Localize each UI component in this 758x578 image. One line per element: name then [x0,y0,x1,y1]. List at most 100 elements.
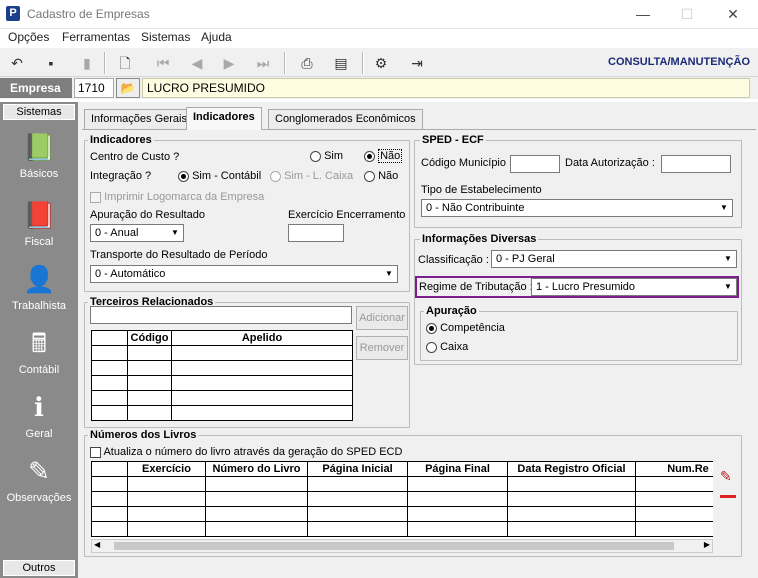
menu-opcoes[interactable]: Opções [8,29,49,46]
sidebar-item-label: Contábil [18,364,60,376]
horizontal-scrollbar[interactable]: ◀ ▶ [91,539,713,553]
undo-icon[interactable]: ↶ [6,52,28,74]
table-row[interactable] [91,521,713,537]
table-row[interactable] [91,476,713,492]
print-icon[interactable]: ⎙ [296,52,318,74]
sidebar-item-fiscal[interactable]: 📕 Fiscal [0,198,78,262]
sidebar: Sistemas 📗 Básicos 📕 Fiscal 👤 Trabalhist… [0,102,78,578]
table-row[interactable] [91,345,353,361]
first-record-icon[interactable]: ⏮ [152,52,174,74]
column-header[interactable]: Exercício [127,461,206,477]
apuracao-label: Apuração do Resultado [90,209,205,221]
table-row[interactable] [91,390,353,406]
minimize-button[interactable]: — [620,0,666,29]
livros-table[interactable]: Exercício Número do Livro Página Inicial Pá… [91,461,713,537]
table-row[interactable] [91,491,713,507]
close-button[interactable]: ✕ [710,0,756,29]
ledger-icon: 📕 [23,200,56,230]
centro-custo-sim-radio[interactable]: Sim [310,150,343,162]
tools-icon[interactable]: ⚙ [370,52,392,74]
empresa-code-input[interactable]: 1710 [74,78,114,98]
remover-button[interactable]: Remover [356,336,408,360]
caixa-radio[interactable]: Caixa [426,341,468,353]
centro-custo-nao-radio[interactable]: Não [364,149,403,163]
menu-ferramentas[interactable]: Ferramentas [62,29,130,46]
tab-indicadores[interactable]: Indicadores [186,107,262,130]
empresa-bar: Empresa 1710 📂 LUCRO PRESUMIDO [0,77,758,99]
book-icon: 📗 [23,132,56,162]
sidebar-footer[interactable]: Outros [3,560,75,576]
diversas-title: Informações Diversas [420,233,539,245]
integracao-contabil-radio[interactable]: Sim - Contábil [178,170,261,182]
municipio-input[interactable] [510,155,560,173]
sidebar-item-observacoes[interactable]: ✎ Observações [0,454,78,518]
exercicio-input[interactable] [288,224,344,242]
remove-row-icon[interactable] [720,495,736,498]
classificacao-select[interactable]: 0 - PJ Geral ▼ [491,250,737,268]
empresa-label: Empresa [0,78,72,98]
sidebar-header[interactable]: Sistemas [3,104,75,120]
edit-pencil-icon[interactable]: ✎ [720,468,732,485]
column-header[interactable]: Data Registro Oficial [507,461,636,477]
apuracao-select[interactable]: 0 - Anual ▼ [90,224,184,242]
terceiros-table[interactable]: Código Apelido [91,330,353,421]
table-row[interactable] [91,506,713,522]
transporte-select[interactable]: 0 - Automático ▼ [90,265,398,283]
autorizacao-label: Data Autorização : [565,157,655,169]
report-icon[interactable]: ▤ [330,52,352,74]
chevron-down-icon: ▼ [724,254,732,263]
column-header[interactable]: Num.Re [635,461,713,477]
apuracao-title: Apuração [424,305,479,317]
livros-title: Números dos Livros [88,429,199,441]
terceiros-search-input[interactable] [90,306,352,324]
menu-ajuda[interactable]: Ajuda [201,29,232,46]
table-row[interactable] [91,405,353,421]
scroll-right-icon[interactable]: ▶ [704,540,710,549]
last-record-icon[interactable]: ⏭ [252,52,274,74]
preview-icon[interactable]: 🗋 [114,52,136,74]
centro-custo-label: Centro de Custo ? [90,151,180,163]
regime-select[interactable]: 1 - Lucro Presumido ▼ [531,278,737,296]
chevron-down-icon: ▼ [720,203,728,212]
bookmark-icon[interactable]: ▮ [76,52,98,74]
adicionar-button[interactable]: Adicionar [356,306,408,330]
toolbar-separator [104,52,106,74]
competencia-radio[interactable]: Competência [426,322,505,334]
chevron-down-icon: ▼ [385,269,393,278]
calculator-icon: 🖩 [31,328,47,358]
integracao-nao-radio[interactable]: Não [364,170,398,182]
column-header[interactable]: Código [127,330,172,346]
maximize-button[interactable]: ☐ [664,0,710,29]
sidebar-item-contabil[interactable]: 🖩 Contábil [0,326,78,390]
table-row[interactable] [91,360,353,376]
open-folder-icon[interactable]: 📂 [116,78,140,98]
sidebar-item-trabalhista[interactable]: 👤 Trabalhista [0,262,78,326]
next-record-icon[interactable]: ▶ [218,52,240,74]
regime-label: Regime de Tributação : [419,281,533,293]
tab-conglomerados[interactable]: Conglomerados Econômicos [268,109,423,129]
autorizacao-input[interactable] [661,155,731,173]
scroll-thumb[interactable] [114,542,674,550]
integracao-caixa-radio[interactable]: Sim - L. Caixa [270,170,353,182]
exit-icon[interactable]: ⇥ [406,52,428,74]
save-icon[interactable]: ▪ [40,52,62,74]
toolbar: ↶ ▪ ▮ 🗋 ⏮ ◀ ▶ ⏭ ⎙ ▤ ⚙ ⇥ CONSULTA/MANUTEN… [0,47,758,77]
previous-record-icon[interactable]: ◀ [186,52,208,74]
column-header[interactable]: Página Final [407,461,508,477]
tipo-estabelecimento-select[interactable]: 0 - Não Contribuinte ▼ [421,199,733,217]
sidebar-item-label: Geral [25,428,53,440]
toolbar-separator [284,52,286,74]
tab-informacoes-gerais[interactable]: Informações Gerais [84,109,194,129]
municipio-label: Código Município : [421,157,513,169]
imprimir-logo-checkbox[interactable]: Imprimir Logomarca da Empresa [90,191,264,203]
sidebar-item-geral[interactable]: ℹ Geral [0,390,78,454]
column-header[interactable]: Número do Livro [205,461,308,477]
table-row[interactable] [91,375,353,391]
sidebar-item-basicos[interactable]: 📗 Básicos [0,130,78,194]
window-title: Cadastro de Empresas [27,7,150,21]
atualiza-checkbox[interactable]: Atualiza o número do livro através da ge… [90,446,402,458]
column-header[interactable]: Página Inicial [307,461,408,477]
column-header[interactable]: Apelido [171,330,353,346]
scroll-left-icon[interactable]: ◀ [94,540,100,549]
menu-sistemas[interactable]: Sistemas [141,29,190,46]
